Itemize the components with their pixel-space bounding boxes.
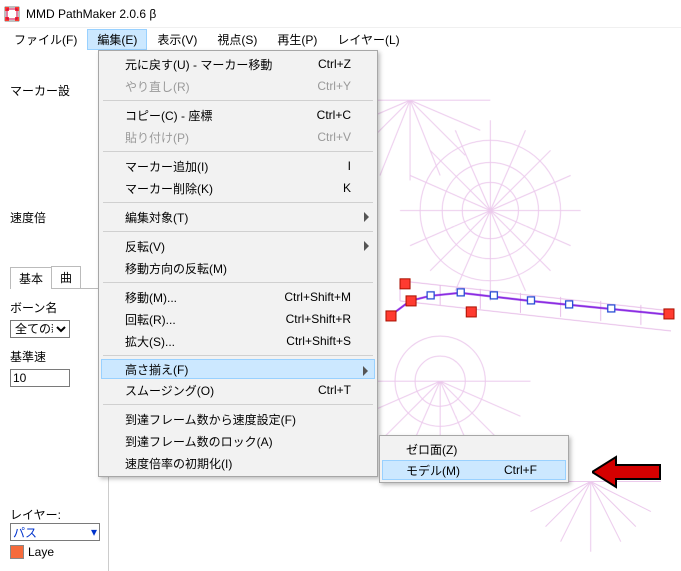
menu-lock-frames[interactable]: 到達フレーム数のロック(A) — [101, 430, 375, 452]
submenu-zero-plane[interactable]: ゼロ面(Z) — [382, 438, 566, 460]
left-panel: マーカー設 速度倍 基本 曲 ボーン名 全ての新 基準速 レイヤー: パス ▾ … — [0, 50, 108, 571]
speed-scale-label: 速度倍 — [10, 209, 102, 226]
menu-sep — [103, 355, 373, 356]
menu-scale[interactable]: 拡大(S)... Ctrl+Shift+S — [101, 330, 375, 352]
menu-move[interactable]: 移動(M)... Ctrl+Shift+M — [101, 286, 375, 308]
layer-combo[interactable]: パス ▾ — [10, 523, 100, 541]
app-icon — [4, 6, 20, 22]
menu-rotate[interactable]: 回転(R)... Ctrl+Shift+R — [101, 308, 375, 330]
menu-align-height[interactable]: 高さ揃え(F) — [101, 359, 375, 379]
menu-sep — [103, 202, 373, 203]
layer-row-label: Laye — [28, 545, 54, 559]
menu-sep — [103, 151, 373, 152]
menu-sep — [103, 404, 373, 405]
submenu-arrow-icon — [364, 241, 369, 251]
submenu-model[interactable]: モデル(M) Ctrl+F — [382, 460, 566, 480]
marker-settings-label: マーカー設 — [10, 82, 102, 99]
menu-flip[interactable]: 反転(V) — [101, 235, 375, 257]
menu-add-marker[interactable]: マーカー追加(I) I — [101, 155, 375, 177]
base-speed-label: 基準速 — [10, 348, 102, 365]
layer-label: レイヤー: — [10, 506, 100, 523]
chevron-down-icon: ▾ — [91, 525, 97, 539]
bone-select[interactable]: 全ての新 — [10, 320, 70, 338]
menu-sep — [103, 231, 373, 232]
menu-edit-target[interactable]: 編集対象(T) — [101, 206, 375, 228]
menu-sep — [103, 100, 373, 101]
submenu-arrow-icon — [363, 366, 368, 376]
menu-smoothing[interactable]: スムージング(O) Ctrl+T — [101, 379, 375, 401]
app-title: MMD PathMaker 2.0.6 β — [26, 7, 156, 21]
layer-row[interactable]: Laye — [10, 545, 100, 559]
menu-file[interactable]: ファイル(F) — [4, 29, 87, 50]
menu-del-marker[interactable]: マーカー削除(K) K — [101, 177, 375, 199]
title-bar: MMD PathMaker 2.0.6 β — [0, 0, 681, 28]
bone-name-label: ボーン名 — [10, 299, 102, 316]
layer-section: レイヤー: パス ▾ Laye — [10, 506, 100, 559]
submenu-arrow-icon — [364, 212, 369, 222]
menu-reset-speed[interactable]: 速度倍率の初期化(I) — [101, 452, 375, 474]
menu-undo[interactable]: 元に戻す(U) - マーカー移動 Ctrl+Z — [101, 53, 375, 75]
menu-play[interactable]: 再生(P) — [267, 29, 327, 50]
tab-basic[interactable]: 基本 — [10, 267, 52, 289]
menu-view[interactable]: 表示(V) — [147, 29, 207, 50]
menu-speed-from-frames[interactable]: 到達フレーム数から速度設定(F) — [101, 408, 375, 430]
menu-layer[interactable]: レイヤー(L) — [327, 29, 409, 50]
tabs: 基本 曲 — [10, 266, 102, 289]
menu-copy[interactable]: コピー(C) - 座標 Ctrl+C — [101, 104, 375, 126]
base-speed-input[interactable] — [10, 369, 70, 387]
menu-edit[interactable]: 編集(E) — [87, 29, 147, 50]
edit-dropdown: 元に戻す(U) - マーカー移動 Ctrl+Z やり直し(R) Ctrl+Y コ… — [98, 50, 378, 477]
menu-flip-dir[interactable]: 移動方向の反転(M) — [101, 257, 375, 279]
menu-camera[interactable]: 視点(S) — [207, 29, 267, 50]
menu-bar: ファイル(F) 編集(E) 表示(V) 視点(S) 再生(P) レイヤー(L) — [0, 28, 681, 50]
menu-sep — [103, 282, 373, 283]
align-height-submenu: ゼロ面(Z) モデル(M) Ctrl+F — [379, 435, 569, 483]
menu-redo[interactable]: やり直し(R) Ctrl+Y — [101, 75, 375, 97]
tab-curve[interactable]: 曲 — [51, 266, 81, 288]
layer-color-swatch — [10, 545, 24, 559]
menu-paste[interactable]: 貼り付け(P) Ctrl+V — [101, 126, 375, 148]
